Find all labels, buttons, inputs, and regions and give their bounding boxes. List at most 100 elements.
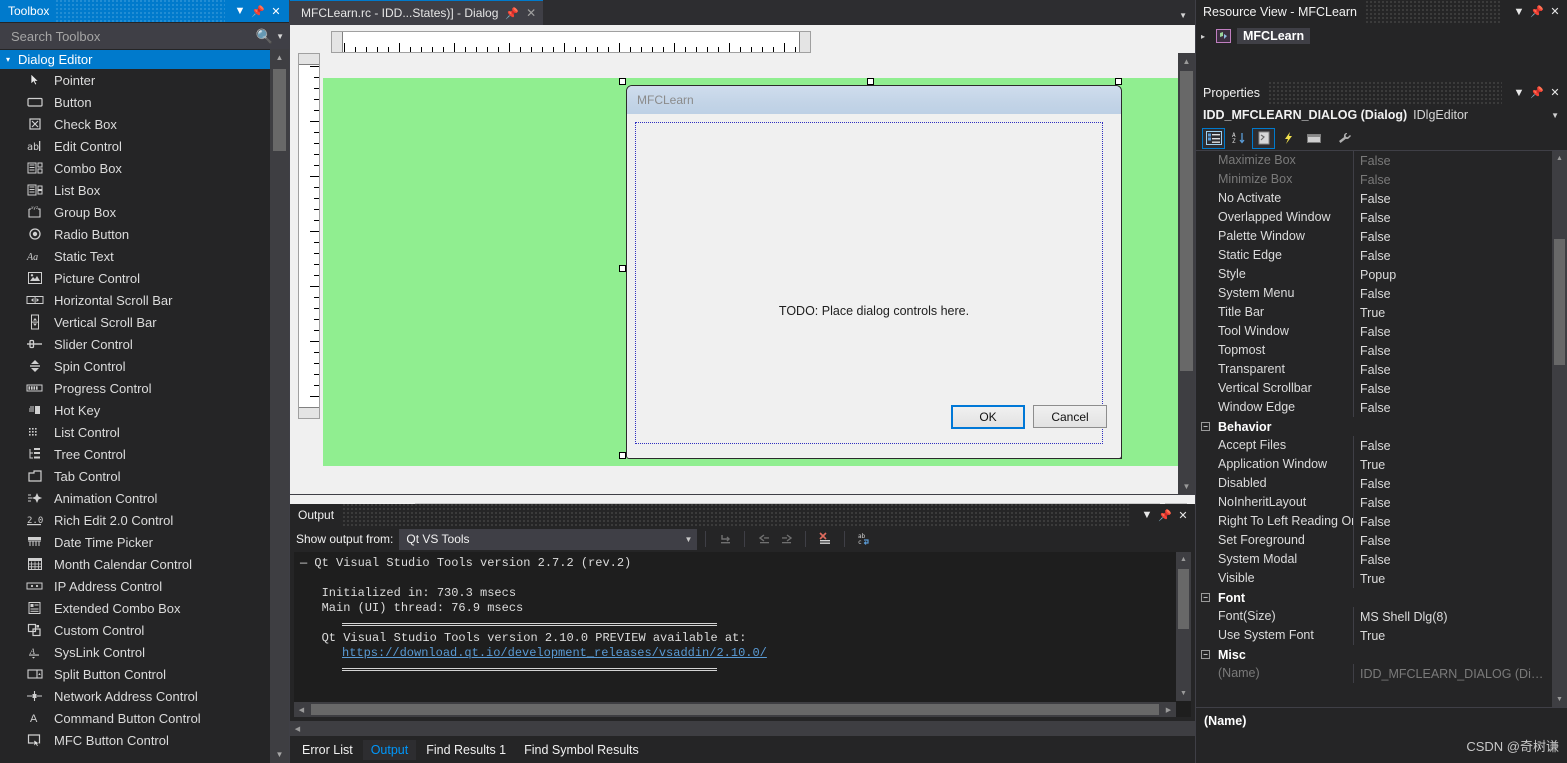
scroll-up-icon[interactable]: ▲: [270, 49, 289, 66]
toolbox-item-tab-control[interactable]: Tab Control: [0, 465, 270, 487]
scroll-left-icon[interactable]: ◀: [290, 721, 305, 736]
dialog-ok-button[interactable]: OK: [951, 405, 1025, 429]
collapse-minus-icon[interactable]: −: [1201, 422, 1210, 431]
property-value[interactable]: False: [1354, 477, 1567, 491]
property-row[interactable]: (Name) IDD_MFCLEARN_DIALOG (Di…: [1196, 664, 1567, 683]
toolbox-search-box[interactable]: Search Toolbox 🔍 ▼: [0, 23, 289, 49]
toolbox-item-list-box[interactable]: List Box: [0, 179, 270, 201]
document-tab-mfclearn-rc[interactable]: MFCLearn.rc - IDD...States)] - Dialog 📌 …: [290, 0, 544, 25]
toolbox-item-vertical-scroll-bar[interactable]: Vertical Scroll Bar: [0, 311, 270, 333]
selection-handle-top-center[interactable]: [867, 78, 874, 85]
dialog-client-area[interactable]: TODO: Place dialog controls here. OK Can…: [633, 114, 1115, 451]
property-value[interactable]: IDD_MFCLEARN_DIALOG (Di…: [1354, 667, 1567, 681]
toolbox-item-rich-edit-2-0-control[interactable]: 2.0 Rich Edit 2.0 Control: [0, 509, 270, 531]
chevron-down-icon[interactable]: ▼: [1551, 111, 1559, 120]
toolbox-item-command-button-control[interactable]: A Command Button Control: [0, 707, 270, 729]
toolbox-item-animation-control[interactable]: Animation Control: [0, 487, 270, 509]
toolbox-item-pointer[interactable]: Pointer: [0, 69, 270, 91]
selection-handle-top-right[interactable]: [1115, 78, 1122, 85]
tab-overflow-chevron-icon[interactable]: ▼: [1179, 11, 1187, 20]
ruler-guide-handle-top[interactable]: [299, 54, 319, 65]
scroll-down-icon[interactable]: ▼: [1178, 478, 1195, 494]
property-row[interactable]: Style Popup: [1196, 265, 1567, 284]
scroll-up-icon[interactable]: ▲: [1176, 552, 1191, 567]
resource-view-tree[interactable]: ▸ MFCLearn: [1196, 23, 1567, 75]
property-value[interactable]: False: [1354, 325, 1567, 339]
alphabetical-sort-icon[interactable]: AZ: [1227, 128, 1250, 149]
property-value[interactable]: False: [1354, 211, 1567, 225]
toolbox-item-slider-control[interactable]: Slider Control: [0, 333, 270, 355]
toolbox-item-button[interactable]: Button: [0, 91, 270, 113]
property-row[interactable]: Maximize Box False: [1196, 151, 1567, 170]
close-icon[interactable]: ✕: [1174, 506, 1192, 524]
property-row[interactable]: Set Foreground False: [1196, 531, 1567, 550]
toolbox-item-month-calendar-control[interactable]: Month Calendar Control: [0, 553, 270, 575]
scroll-right-icon[interactable]: ▶: [1161, 702, 1176, 717]
property-value[interactable]: False: [1354, 515, 1567, 529]
property-row[interactable]: Font(Size) MS Shell Dlg(8): [1196, 607, 1567, 626]
property-row[interactable]: Static Edge False: [1196, 246, 1567, 265]
scrollbar-thumb[interactable]: [1554, 239, 1565, 365]
scrollbar-thumb[interactable]: [1180, 71, 1193, 371]
property-row[interactable]: System Modal False: [1196, 550, 1567, 569]
toolbox-item-hot-key[interactable]: Hot Key: [0, 399, 270, 421]
properties-grid[interactable]: Maximize Box False Minimize Box False No Act…: [1196, 151, 1567, 707]
events-lightning-icon[interactable]: [1277, 128, 1300, 149]
scrollbar-thumb[interactable]: [311, 704, 1159, 715]
toolbox-item-syslink-control[interactable]: A SysLink Control: [0, 641, 270, 663]
chevron-down-icon[interactable]: ▼: [1510, 3, 1528, 21]
ruler-guide-handle-right[interactable]: [799, 32, 810, 52]
wrench-icon[interactable]: [1333, 128, 1356, 149]
previous-message-icon[interactable]: [753, 529, 775, 549]
property-category-misc[interactable]: − Misc: [1196, 645, 1567, 664]
toolbox-scrollbar[interactable]: ▲ ▼: [270, 49, 289, 763]
property-value[interactable]: True: [1354, 629, 1567, 643]
property-value[interactable]: False: [1354, 173, 1567, 187]
toolbox-item-group-box[interactable]: xyz Group Box: [0, 201, 270, 223]
search-icon[interactable]: 🔍: [256, 28, 276, 45]
scrollbar-thumb[interactable]: [273, 69, 286, 151]
property-row[interactable]: Right To Left Reading Ord…False: [1196, 512, 1567, 531]
output-download-link[interactable]: https://download.qt.io/development_relea…: [342, 646, 767, 660]
chevron-down-icon[interactable]: ▼: [1510, 84, 1528, 102]
property-row[interactable]: NoInheritLayout False: [1196, 493, 1567, 512]
go-to-message-icon[interactable]: [714, 529, 736, 549]
toolbox-item-extended-combo-box[interactable]: Extended Combo Box: [0, 597, 270, 619]
toolbox-item-radio-button[interactable]: Radio Button: [0, 223, 270, 245]
property-row[interactable]: Overlapped Window False: [1196, 208, 1567, 227]
scroll-down-icon[interactable]: ▼: [270, 746, 289, 763]
scroll-up-icon[interactable]: ▲: [1552, 151, 1567, 166]
toolbox-item-split-button-control[interactable]: Split Button Control: [0, 663, 270, 685]
scroll-up-icon[interactable]: ▲: [1178, 53, 1195, 69]
bottom-tab-find-results-1[interactable]: Find Results 1: [418, 740, 514, 760]
property-value[interactable]: False: [1354, 192, 1567, 206]
properties-object-selector[interactable]: IDD_MFCLEARN_DIALOG (Dialog) IDlgEditor …: [1196, 104, 1567, 126]
toolbox-item-ip-address-control[interactable]: IP Address Control: [0, 575, 270, 597]
scroll-left-icon[interactable]: ◀: [294, 702, 309, 717]
search-input[interactable]: Search Toolbox: [11, 29, 256, 44]
property-value[interactable]: False: [1354, 287, 1567, 301]
property-row[interactable]: Palette Window False: [1196, 227, 1567, 246]
property-row[interactable]: Topmost False: [1196, 341, 1567, 360]
vertical-ruler[interactable]: [298, 53, 320, 419]
selection-handle-middle-left[interactable]: [619, 265, 626, 272]
mfclearn-dialog-preview[interactable]: MFCLearn TODO: Place dialog controls her…: [626, 85, 1122, 459]
output-vertical-scrollbar[interactable]: ▲ ▼: [1176, 552, 1191, 701]
chevron-down-icon[interactable]: ▼: [231, 2, 249, 20]
property-value[interactable]: False: [1354, 534, 1567, 548]
toolbox-item-date-time-picker[interactable]: Date Time Picker: [0, 531, 270, 553]
pin-icon[interactable]: 📌: [505, 7, 519, 20]
property-pages-icon[interactable]: [1252, 127, 1275, 149]
close-icon[interactable]: ✕: [1546, 84, 1564, 102]
designer-vertical-scrollbar[interactable]: ▲ ▼: [1178, 53, 1195, 494]
property-value[interactable]: False: [1354, 249, 1567, 263]
toolbox-item-check-box[interactable]: Check Box: [0, 113, 270, 135]
property-row[interactable]: Disabled False: [1196, 474, 1567, 493]
ruler-guide-handle-bottom[interactable]: [299, 407, 319, 418]
property-row[interactable]: Vertical Scrollbar False: [1196, 379, 1567, 398]
scroll-down-icon[interactable]: ▼: [1176, 686, 1191, 701]
pin-icon[interactable]: 📌: [1528, 3, 1546, 21]
property-value[interactable]: False: [1354, 154, 1567, 168]
toolbox-item-edit-control[interactable]: ab Edit Control: [0, 135, 270, 157]
categorized-view-icon[interactable]: [1202, 127, 1225, 149]
